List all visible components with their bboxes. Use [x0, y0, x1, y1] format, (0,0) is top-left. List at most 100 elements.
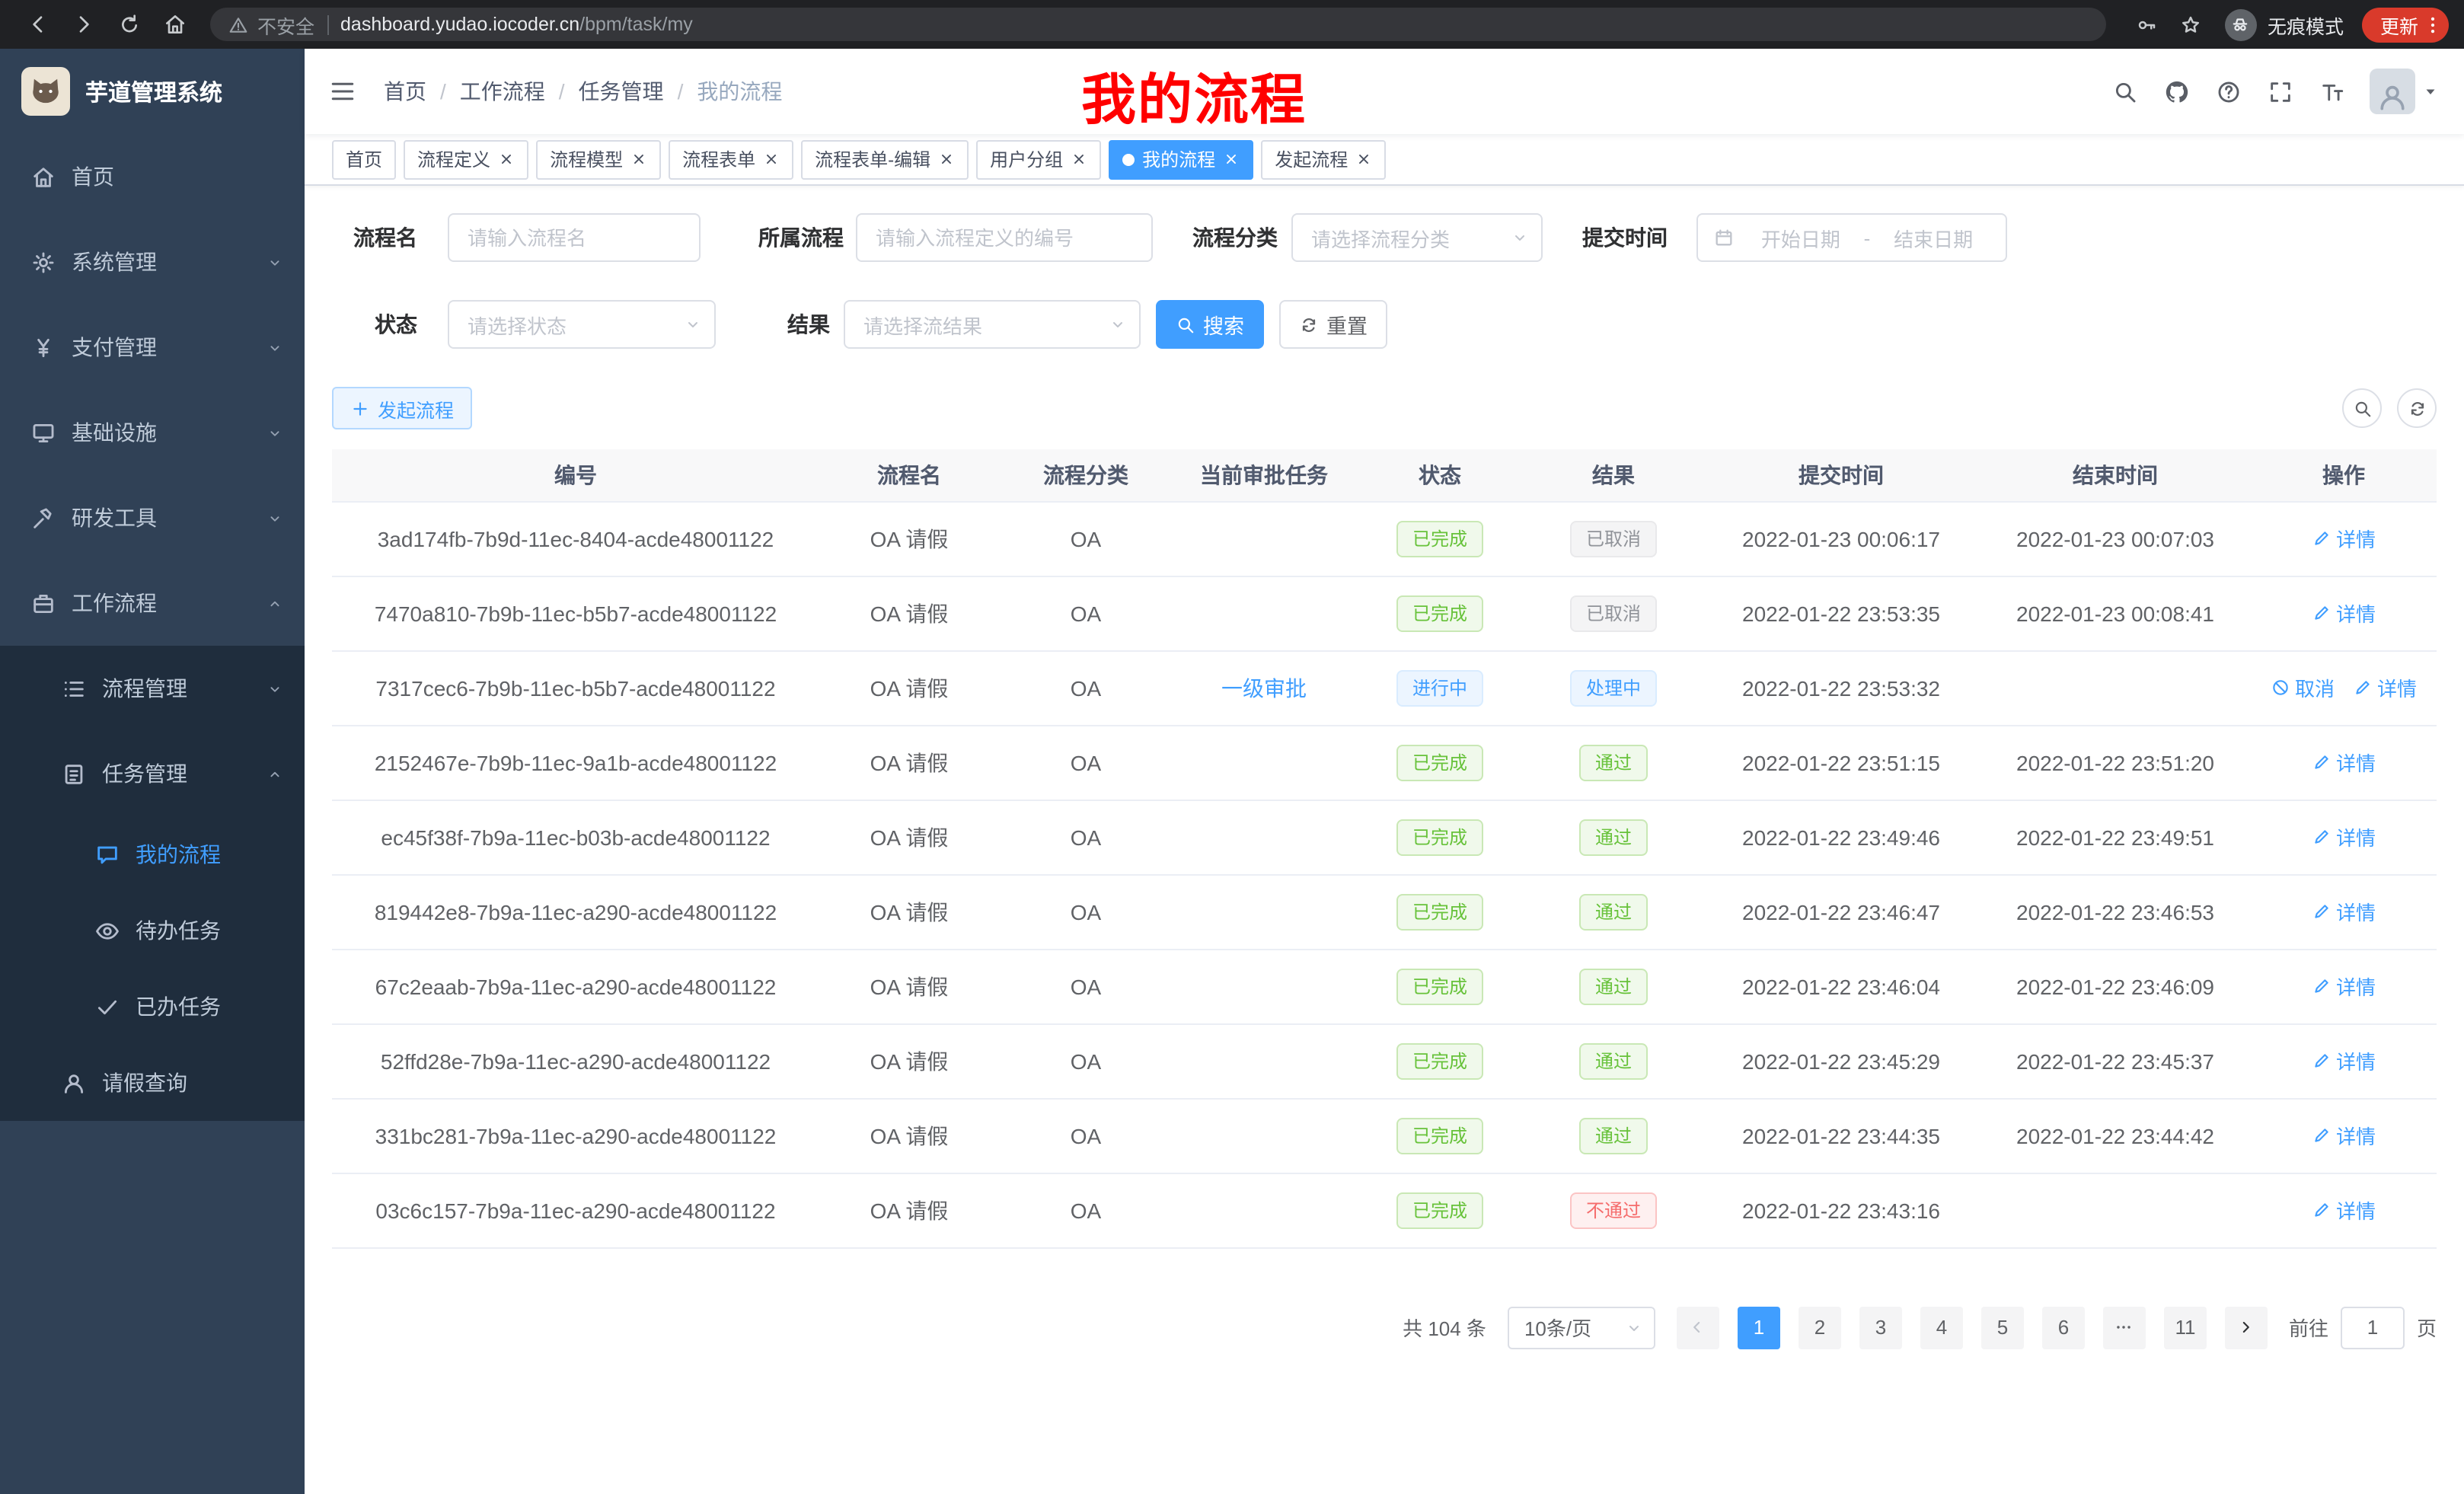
prev-page-button[interactable] — [1677, 1306, 1719, 1349]
detail-action-link[interactable]: 详情 — [2312, 1121, 2376, 1150]
reset-button[interactable]: 重置 — [1279, 300, 1387, 349]
detail-action-link[interactable]: 详情 — [2312, 1046, 2376, 1075]
sidebar-item[interactable]: 流程管理 — [0, 646, 305, 731]
help-icon[interactable] — [2215, 78, 2241, 104]
github-icon[interactable] — [2163, 78, 2189, 104]
tab-item[interactable]: 发起流程 — [1261, 139, 1386, 179]
goto-unit: 页 — [2417, 1313, 2437, 1342]
edit-icon — [2312, 528, 2332, 548]
more-pages-button[interactable] — [2103, 1306, 2146, 1349]
sidebar-item[interactable]: 基础设施 — [0, 390, 305, 475]
page-size-select[interactable]: 10条/页 — [1508, 1306, 1655, 1349]
sidebar-item[interactable]: 工作流程 — [0, 560, 305, 646]
tab-item[interactable]: 流程表单 — [669, 139, 793, 179]
close-icon[interactable] — [938, 151, 955, 168]
breadcrumb-item[interactable]: 任务管理 — [579, 76, 664, 107]
hamburger-icon[interactable] — [329, 78, 356, 105]
sidebar-item-label: 工作流程 — [72, 588, 157, 618]
search-icon[interactable] — [2111, 78, 2137, 104]
cell-end-time: 2022-01-23 00:08:41 — [1980, 576, 2251, 650]
tab-item[interactable]: 流程定义 — [404, 139, 528, 179]
goto-page-input[interactable] — [2341, 1306, 2405, 1349]
sidebar-item[interactable]: 系统管理 — [0, 219, 305, 305]
sidebar-item[interactable]: 已办任务 — [0, 969, 305, 1045]
browser-right-icons — [2124, 13, 2213, 36]
status-tag: 已完成 — [1397, 893, 1483, 930]
cell-submit-time: 2022-01-22 23:53:32 — [1703, 650, 1980, 725]
address-bar[interactable]: 不安全 dashboard.yudao.iocoder.cn/bpm/task/… — [210, 8, 2106, 41]
detail-action-link[interactable]: 详情 — [2312, 822, 2376, 851]
page-button-5[interactable]: 5 — [1981, 1306, 2024, 1349]
chat-icon — [94, 841, 120, 867]
close-icon[interactable] — [1355, 151, 1372, 168]
refresh-table-button[interactable] — [2397, 388, 2437, 428]
detail-action-link[interactable]: 详情 — [2312, 748, 2376, 777]
page-button-6[interactable]: 6 — [2042, 1306, 2085, 1349]
key-icon[interactable] — [2135, 13, 2158, 36]
page-button-4[interactable]: 4 — [1920, 1306, 1963, 1349]
chevron-down-icon[interactable] — [2421, 82, 2440, 101]
page-button-11[interactable]: 11 — [2164, 1306, 2207, 1349]
page-button-3[interactable]: 3 — [1859, 1306, 1902, 1349]
close-icon[interactable] — [763, 151, 780, 168]
close-icon[interactable] — [1071, 151, 1087, 168]
process-name-input[interactable] — [448, 213, 701, 262]
fullscreen-icon[interactable] — [2267, 78, 2293, 104]
sidebar-item[interactable]: 待办任务 — [0, 892, 305, 969]
next-page-button[interactable] — [2225, 1306, 2268, 1349]
category-select[interactable]: 请选择流程分类 — [1291, 213, 1543, 262]
current-task-link[interactable]: 一级审批 — [1221, 675, 1307, 700]
page-button-2[interactable]: 2 — [1799, 1306, 1841, 1349]
page-button-1[interactable]: 1 — [1738, 1306, 1780, 1349]
reload-icon[interactable] — [117, 12, 142, 37]
logo[interactable]: 芋道管理系统 — [0, 49, 305, 134]
cell-current-task — [1173, 725, 1355, 800]
sidebar-item[interactable]: 请假查询 — [0, 1045, 305, 1121]
detail-action-link[interactable]: 详情 — [2353, 673, 2417, 702]
detail-action-link[interactable]: 详情 — [2312, 524, 2376, 553]
result-select[interactable]: 请选择流结果 — [844, 300, 1141, 349]
back-icon[interactable] — [26, 12, 50, 37]
breadcrumb-item[interactable]: 工作流程 — [460, 76, 545, 107]
avatar[interactable] — [2370, 69, 2415, 114]
detail-action-link[interactable]: 详情 — [2312, 599, 2376, 627]
process-definition-input[interactable] — [856, 213, 1153, 262]
detail-action-link[interactable]: 详情 — [2312, 897, 2376, 926]
column-header-current-task: 当前审批任务 — [1173, 449, 1355, 501]
date-range-picker[interactable]: 开始日期 - 结束日期 — [1696, 213, 2007, 262]
sidebar-item[interactable]: 研发工具 — [0, 475, 305, 560]
update-button[interactable]: 更新 — [2362, 7, 2449, 42]
search-button[interactable]: 搜索 — [1156, 300, 1264, 349]
result-tag: 已取消 — [1571, 520, 1656, 557]
detail-action-link[interactable]: 详情 — [2312, 1196, 2376, 1224]
close-icon[interactable] — [498, 151, 515, 168]
close-icon[interactable] — [630, 151, 647, 168]
star-icon[interactable] — [2179, 13, 2202, 36]
sidebar-item[interactable]: 支付管理 — [0, 305, 305, 390]
tab-item[interactable]: 流程表单-编辑 — [801, 139, 969, 179]
status-select[interactable]: 请选择状态 — [448, 300, 716, 349]
sidebar-item[interactable]: 首页 — [0, 134, 305, 219]
fontsize-icon[interactable] — [2319, 78, 2344, 104]
breadcrumb-separator: / — [678, 79, 684, 104]
detail-action-link[interactable]: 详情 — [2312, 972, 2376, 1001]
create-process-button[interactable]: 发起流程 — [332, 387, 472, 429]
goto-page: 前往 页 — [2289, 1306, 2437, 1349]
breadcrumb-item[interactable]: 首页 — [384, 76, 426, 107]
tab-item[interactable]: 流程模型 — [536, 139, 661, 179]
close-icon[interactable] — [1223, 151, 1240, 168]
sidebar-item[interactable]: 我的流程 — [0, 816, 305, 892]
cancel-action-link[interactable]: 取消 — [2271, 673, 2335, 702]
forward-icon[interactable] — [72, 12, 96, 37]
tab-item[interactable]: 我的流程 — [1109, 139, 1253, 179]
cell-name: OA 请假 — [819, 949, 999, 1023]
sidebar-item[interactable]: 任务管理 — [0, 731, 305, 816]
toggle-search-button[interactable] — [2342, 388, 2382, 428]
tab-item[interactable]: 用户分组 — [976, 139, 1101, 179]
process-table: 编号流程名流程分类当前审批任务状态结果提交时间结束时间操作 3ad174fb-7… — [332, 449, 2437, 1248]
home-icon[interactable] — [163, 12, 187, 37]
tab-label: 用户分组 — [990, 146, 1063, 172]
kebab-menu-icon[interactable] — [2421, 13, 2444, 36]
tab-item[interactable]: 首页 — [332, 139, 396, 179]
incognito-badge: 无痕模式 — [2225, 8, 2344, 40]
